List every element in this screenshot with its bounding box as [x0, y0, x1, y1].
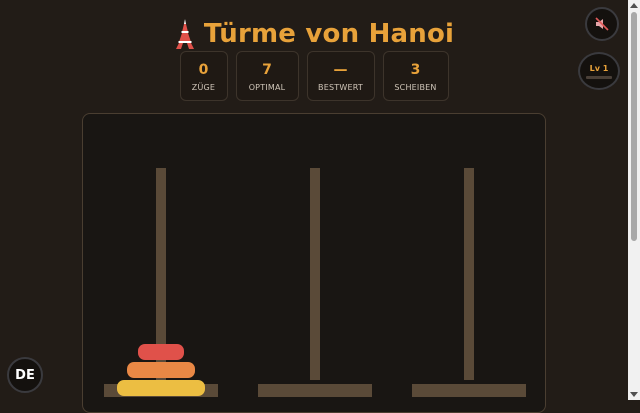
peg-pole[interactable] — [310, 168, 320, 380]
stat-disks: 3 SCHEIBEN — [382, 51, 449, 101]
peg-base[interactable] — [258, 384, 372, 397]
stat-label: BESTWERT — [318, 82, 363, 92]
disk-size-1[interactable] — [138, 344, 184, 360]
scrollbar[interactable] — [628, 0, 640, 400]
sound-toggle-button[interactable] — [585, 7, 619, 41]
stat-label: ZÜGE — [191, 82, 216, 92]
stat-best: — BESTWERT — [306, 51, 375, 101]
tokyo-tower-icon — [175, 19, 194, 49]
stat-value: 3 — [410, 61, 421, 78]
stat-value: 7 — [262, 61, 272, 78]
language-button[interactable]: DE — [7, 357, 43, 393]
language-label: DE — [15, 367, 35, 383]
disk-size-3[interactable] — [117, 380, 205, 396]
game-board[interactable] — [82, 113, 546, 413]
scroll-up-arrow[interactable] — [630, 3, 638, 8]
disk-size-2[interactable] — [127, 362, 195, 378]
level-progress-bar — [586, 75, 612, 79]
muted-speaker-icon — [595, 17, 609, 31]
stats-bar: 0 ZÜGE 7 OPTIMAL — BESTWERT 3 SCHEIBEN — [0, 51, 628, 101]
page-title: Türme von Hanoi — [203, 19, 455, 49]
level-button[interactable]: Lv 1 — [578, 52, 620, 90]
stat-moves: 0 ZÜGE — [179, 51, 228, 101]
scroll-down-arrow[interactable] — [630, 392, 638, 397]
peg-base[interactable] — [412, 384, 526, 397]
stat-label: SCHEIBEN — [394, 82, 437, 92]
scrollbar-thumb[interactable] — [631, 12, 637, 241]
peg-pole[interactable] — [464, 168, 474, 380]
game-header: Türme von Hanoi — [0, 14, 628, 54]
stat-label: OPTIMAL — [248, 82, 286, 92]
stat-optimal: 7 OPTIMAL — [235, 51, 299, 101]
level-label: Lv 1 — [589, 63, 609, 73]
stat-value: — — [333, 61, 348, 78]
stat-value: 0 — [198, 61, 209, 78]
